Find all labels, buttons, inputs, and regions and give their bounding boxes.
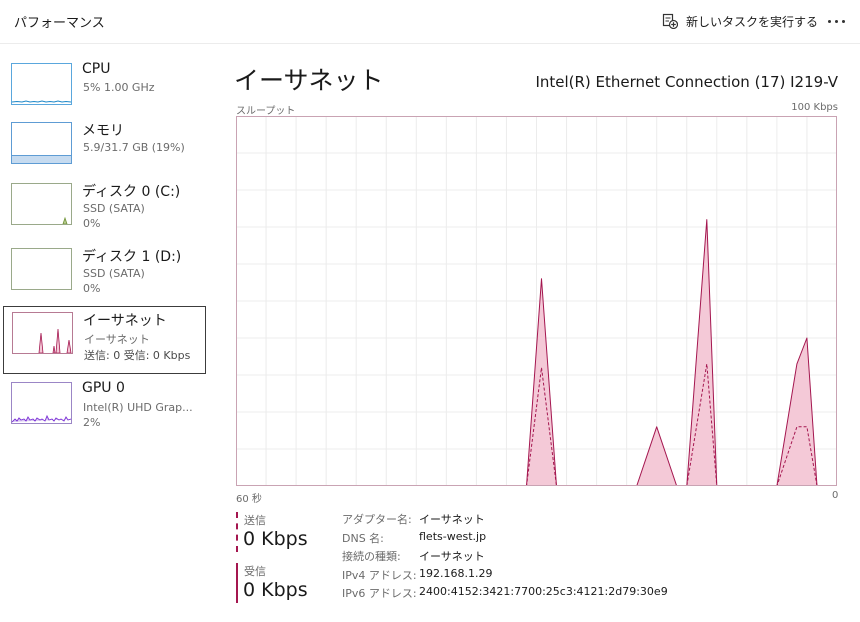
sidebar-item-label: メモリ <box>82 123 124 139</box>
new-task-icon <box>662 13 678 29</box>
sidebar-item-disk-1[interactable]: ディスク 1 (D:) SSD (SATA) 0% <box>3 243 206 309</box>
sidebar-item-detail: Intel(R) UHD Grap... <box>83 401 193 414</box>
info-key: 接続の種類: <box>342 550 401 563</box>
disk-thumb <box>11 183 72 225</box>
info-key: IPv4 アドレス: <box>342 568 417 582</box>
gpu-thumb <box>11 382 72 424</box>
info-key: アダプター名: <box>342 513 412 526</box>
sidebar-item-gpu-0[interactable]: GPU 0 Intel(R) UHD Grap... 2% <box>3 377 206 443</box>
sidebar-item-memory[interactable]: メモリ 5.9/31.7 GB (19%) <box>3 117 206 183</box>
ethernet-thumb <box>12 312 73 354</box>
cpu-thumb <box>11 63 72 105</box>
chart-time-right-label: 0 <box>832 490 839 501</box>
info-row: アダプター名: イーサネット <box>342 511 668 530</box>
header-bar: パフォーマンス 新しいタスクを実行する <box>0 0 860 44</box>
sidebar-item-cpu[interactable]: CPU 5% 1.00 GHz <box>3 58 206 124</box>
sidebar-item-ethernet[interactable]: イーサネット イーサネット 送信: 0 受信: 0 Kbps <box>3 306 206 374</box>
dot-icon <box>827 19 831 23</box>
dot-icon <box>841 19 845 23</box>
adapter-info-table: アダプター名: イーサネット DNS 名: flets-west.jp 接続の種… <box>342 511 668 604</box>
info-value: 2400:4152:3421:7700:25c3:4121:2d79:30e9 <box>419 585 668 598</box>
info-row: DNS 名: flets-west.jp <box>342 530 668 549</box>
sidebar-item-label: ディスク 0 (C:) <box>82 184 181 200</box>
sidebar-item-detail: 5.9/31.7 GB (19%) <box>83 141 185 154</box>
info-value: 192.168.1.29 <box>419 566 493 580</box>
info-key: DNS 名: <box>342 531 384 545</box>
send-value: 0 Kbps <box>243 528 308 550</box>
more-options-button[interactable] <box>824 12 848 30</box>
memory-thumb <box>11 122 72 164</box>
sidebar-item-label: GPU 0 <box>82 380 125 396</box>
sidebar-item-usage: 0% <box>83 282 101 295</box>
send-label: 送信 <box>244 514 266 527</box>
sidebar-item-label: イーサネット <box>83 313 167 329</box>
sidebar-item-detail: 5% 1.00 GHz <box>83 81 155 94</box>
receive-label: 受信 <box>244 565 266 578</box>
resource-title: イーサネット <box>234 66 384 95</box>
sidebar-item-usage: 0% <box>83 217 101 230</box>
throughput-chart <box>236 116 837 486</box>
sidebar-item-detail: SSD (SATA) <box>83 267 145 280</box>
info-value: イーサネット <box>419 513 485 526</box>
info-key: IPv6 アドレス: <box>342 587 417 600</box>
sidebar-item-label: CPU <box>82 61 111 77</box>
info-value: flets-west.jp <box>419 529 487 543</box>
sidebar-item-label: ディスク 1 (D:) <box>82 249 182 265</box>
receive-value: 0 Kbps <box>243 579 308 601</box>
send-legend-marker <box>236 512 238 552</box>
dot-icon <box>834 19 838 23</box>
chart-label-throughput: スループット <box>236 106 296 117</box>
adapter-model-name: Intel(R) Ethernet Connection (17) I219-V <box>535 73 838 91</box>
page-title: パフォーマンス <box>14 16 105 31</box>
info-value: イーサネット <box>419 550 485 563</box>
new-task-label: 新しいタスクを実行する <box>686 14 819 29</box>
send-series-line <box>236 363 818 486</box>
receive-legend-marker <box>236 563 238 603</box>
info-row: 接続の種類: イーサネット <box>342 548 668 567</box>
sidebar-item-usage: 2% <box>83 416 101 429</box>
sidebar-item-detail: イーサネット <box>84 333 150 346</box>
info-row: IPv6 アドレス: 2400:4152:3421:7700:25c3:4121… <box>342 585 668 604</box>
chart-max-label: 100 Kbps <box>791 102 838 113</box>
chart-time-left-label: 60 秒 <box>236 494 262 505</box>
sidebar-item-detail: SSD (SATA) <box>83 202 145 215</box>
sidebar-item-throughput: 送信: 0 受信: 0 Kbps <box>84 349 191 362</box>
sidebar-item-disk-0[interactable]: ディスク 0 (C:) SSD (SATA) 0% <box>3 178 206 244</box>
new-task-button[interactable]: 新しいタスクを実行する <box>662 10 818 32</box>
disk-thumb <box>11 248 72 290</box>
info-row: IPv4 アドレス: 192.168.1.29 <box>342 567 668 586</box>
